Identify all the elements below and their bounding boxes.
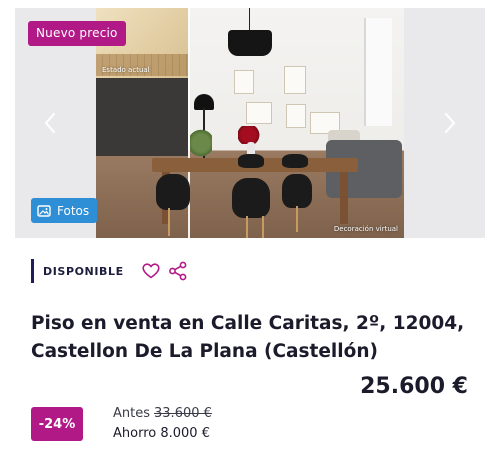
previous-price-line: Antes 33.600 €: [113, 406, 212, 421]
listing-photo[interactable]: Estado actual Decoración virtual: [96, 8, 404, 238]
image-icon: [37, 204, 51, 217]
discount-badge: -24%: [31, 407, 83, 441]
heart-icon: [142, 263, 160, 279]
before-prefix: Antes: [113, 406, 151, 421]
previous-photo-button[interactable]: [39, 108, 61, 138]
listing-card: Estado actual Decoración virtual Nuevo p…: [0, 0, 500, 466]
photos-label: Fotos: [57, 203, 90, 218]
current-price: 25.600 €: [360, 374, 468, 399]
listing-title[interactable]: Piso en venta en Calle Caritas, 2º, 1200…: [31, 310, 471, 366]
share-button[interactable]: [168, 261, 188, 281]
chevron-left-icon: [44, 112, 56, 134]
next-photo-button[interactable]: [439, 108, 461, 138]
status-bar: [31, 259, 34, 283]
share-icon: [168, 261, 187, 281]
before-label: Estado actual: [102, 66, 150, 74]
favorite-button[interactable]: [142, 263, 160, 279]
virtual-decoration-label: Decoración virtual: [333, 225, 398, 233]
status-row: DISPONIBLE: [31, 259, 188, 283]
availability-status: DISPONIBLE: [43, 264, 124, 278]
photos-button[interactable]: Fotos: [31, 198, 98, 223]
saving-amount: Ahorro 8.000 €: [113, 426, 210, 441]
pendant-lamp: [228, 30, 272, 56]
new-price-badge: Nuevo precio: [28, 21, 126, 46]
previous-price: 33.600 €: [154, 406, 212, 421]
chevron-right-icon: [444, 112, 456, 134]
